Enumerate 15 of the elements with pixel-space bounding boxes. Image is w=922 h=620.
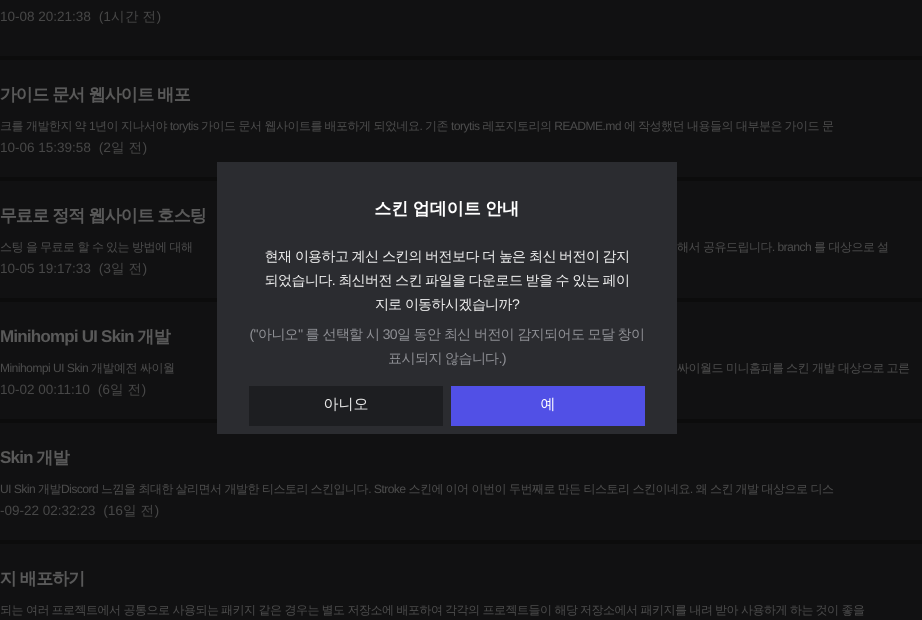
- post-excerpt: 스팅 을 무료로 할 수 있는 방법에 대해: [0, 239, 194, 256]
- post-title[interactable]: 지 배포하기: [0, 565, 922, 593]
- post-excerpt: 싸이월드 미니홈피를 스킨 개발 대상으로 고른: [677, 360, 910, 377]
- post-title[interactable]: Skin 개발: [0, 444, 922, 472]
- post-excerpt: 크를 개발한지 약 1년이 지나서야 torytis 가이드 문서 웹사이트를 배포하게 되었네요. 기존 torytis 레포지토리의 README.md 에 작성했던 내용들의 대부분은 가이드 문: [0, 118, 835, 135]
- post-title[interactable]: 가이드 문서 웹사이트 배포: [0, 81, 922, 109]
- post-excerpt: 되는 여러 프로젝트에서 공통으로 사용되는 패키지 같은 경우는 별도 저장소에 배포하여 각각의 프로젝트들이 해당 저장소에서 패키지를 내려 받아 사용하게 하는 것이 좋을: [0, 602, 866, 619]
- post-excerpt: 해서 공유드립니다. branch 를 대상으로 설: [677, 239, 889, 256]
- confirm-button[interactable]: 예: [451, 386, 645, 426]
- modal-note: ("아니오" 를 선택할 시 30일 동안 최신 버전이 감지되어도 모달 창이 표시되지 않습니다.): [249, 324, 645, 368]
- modal-message: 현재 이용하고 계신 스킨의 버전보다 더 높은 최신 버전이 감지되었습니다. 최신버전 스킨 파일을 다운로드 받을 수 있는 페이지로 이동하시겠습니까?: [264, 246, 630, 314]
- cancel-button[interactable]: 아니오: [249, 386, 443, 426]
- post-excerpt: Minihompi UI Skin 개발예전 싸이월: [0, 360, 176, 377]
- modal-title: 스킨 업데이트 안내: [373, 198, 521, 220]
- post-excerpt: UI Skin 개발Discord 느낌을 최대한 살리면서 개발한 티스토리 스킨입니다. Stroke 스킨에 이어 이번이 두번째로 만든 티스토리 스킨이네요. 왜 스킨 개발 대상으로 디스: [0, 481, 834, 498]
